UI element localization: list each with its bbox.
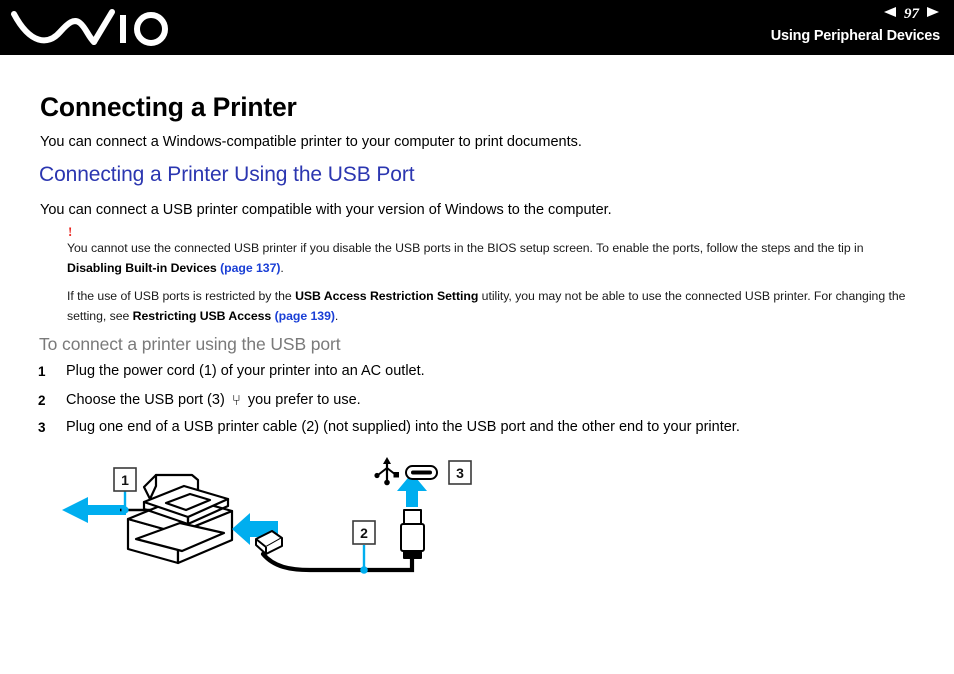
page-navigator[interactable]: 97 [883,5,940,23]
caution-p2-bold-2: Restricting USB Access [132,308,272,323]
page-link-137[interactable]: (page 137) [220,261,280,275]
page-link-139[interactable]: (page 139) [275,309,335,323]
step-text: Choose the USB port (3) ⑂ you prefer to … [66,392,918,408]
step-number: 1 [38,364,46,379]
usb-plug-computer-end [400,509,425,559]
intro-paragraph: You can connect a Windows-compatible pri… [40,134,582,150]
usb-symbol-icon: ⑂ [231,391,241,409]
svg-text:3: 3 [456,465,464,481]
callout-2: 2 [352,520,376,574]
procedure-title: To connect a printer using the USB port [39,334,341,354]
step-item: 1 Plug the power cord (1) of your printe… [38,363,918,379]
section-title: Connecting a Printer Using the USB Port [39,163,415,186]
caution-icon: ! [68,224,73,239]
previous-page-icon[interactable] [883,5,897,23]
caution-p2-text-a: If the use of USB ports is restricted by… [67,289,296,303]
step-text: Plug one end of a USB printer cable (2) … [66,419,740,435]
step-number: 2 [38,393,46,408]
callout-3: 3 [448,460,472,485]
page-number: 97 [904,5,919,22]
caution-p1-text: You cannot use the connected USB printer… [67,241,864,255]
page-header: 97 Using Peripheral Devices [0,0,954,55]
caution-p2-end: . [334,308,339,323]
procedure-steps: 1 Plug the power cord (1) of your printe… [38,363,918,448]
caution-note: ! You cannot use the connected USB print… [67,224,912,326]
step-text: Plug the power cord (1) of your printer … [66,363,425,379]
caution-p2-bold-1: USB Access Restriction Setting [295,289,479,303]
vaio-logo [8,2,188,52]
power-direction-arrow-icon [62,497,126,523]
caution-paragraph-1: You cannot use the connected USB printer… [67,239,912,278]
page-title: Connecting a Printer [40,92,297,122]
next-page-icon[interactable] [926,5,940,23]
usb-port-icon [405,465,438,480]
usb-cable [260,522,415,573]
step2-text-after: you prefer to use. [243,392,361,408]
svg-text:1: 1 [121,472,129,488]
breadcrumb: Using Peripheral Devices [770,28,940,44]
step-item: 2 Choose the USB port (3) ⑂ you prefer t… [38,392,918,408]
section-intro-paragraph: You can connect a USB printer compatible… [40,202,612,218]
step-number: 3 [38,420,46,435]
usb-trident-icon [374,457,399,486]
step-item: 3 Plug one end of a USB printer cable (2… [38,419,918,435]
step2-text-before: Choose the USB port (3) [66,392,229,408]
caution-p1-bold: Disabling Built-in Devices [67,260,217,275]
svg-text:2: 2 [360,525,368,541]
caution-paragraph-2: If the use of USB ports is restricted by… [67,287,912,326]
printer-illustration [126,473,234,565]
caution-p1-end: . [280,260,284,275]
printer-usb-connection-diagram: 1 2 3 [60,455,490,590]
